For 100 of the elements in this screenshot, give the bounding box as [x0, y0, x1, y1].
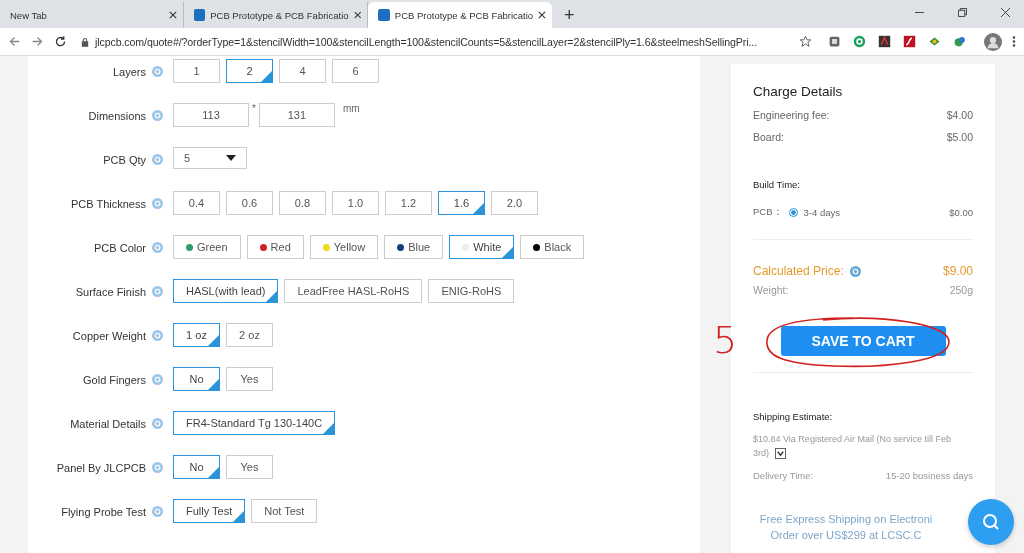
restore-icon[interactable] — [958, 8, 967, 17]
option-button[interactable]: ENIG-RoHS — [428, 279, 515, 303]
pdf-icon[interactable] — [878, 35, 891, 48]
option-button[interactable]: No — [173, 455, 220, 479]
help-icon[interactable] — [152, 66, 163, 77]
section-title: Shipping Estimate: — [753, 411, 834, 422]
price-label: Calculated Price: — [753, 264, 844, 278]
option-button[interactable]: Green — [173, 235, 241, 259]
option-button[interactable]: 0.6 — [226, 191, 273, 215]
option-button[interactable]: HASL(with lead) — [173, 279, 279, 303]
help-icon[interactable] — [152, 462, 163, 473]
option-button[interactable]: 0.4 — [173, 191, 220, 215]
option-button[interactable]: Black — [520, 235, 585, 259]
lock-icon — [81, 36, 89, 47]
delivery-value: 15-20 business days — [885, 470, 973, 481]
help-icon[interactable] — [152, 198, 163, 209]
extension-icon[interactable] — [828, 35, 841, 48]
option-button[interactable]: 1.6 — [438, 191, 485, 215]
option-button[interactable]: 1.0 — [332, 191, 379, 215]
help-icon[interactable] — [152, 506, 163, 517]
option-button[interactable]: No — [173, 367, 220, 391]
field-label: PCB Qty — [102, 153, 146, 168]
field-label: Material Details — [69, 417, 146, 432]
field-label: Layers — [111, 65, 146, 80]
help-icon[interactable] — [849, 265, 861, 277]
option-button[interactable]: 6 — [332, 59, 379, 83]
delivery-label: Delivery Time: — [753, 470, 814, 481]
width-field[interactable]: 113 — [173, 103, 249, 127]
option-button[interactable]: Blue — [384, 235, 444, 259]
star-icon[interactable] — [799, 35, 812, 48]
length-field[interactable]: 131 — [258, 103, 335, 127]
help-icon[interactable] — [152, 110, 163, 121]
field-label: PCB Color — [93, 241, 146, 256]
build-label: PCB： — [753, 206, 783, 219]
option-label: 3-4 days — [803, 207, 840, 218]
field-label: Copper Weight — [71, 329, 146, 344]
option-button[interactable]: Not Test — [251, 499, 318, 523]
weight-label: Weight: — [753, 284, 789, 296]
fee-value: $4.00 — [946, 109, 973, 121]
quantity-dropdown[interactable]: 5 — [173, 147, 247, 169]
field-label: Flying Probe Test — [60, 505, 146, 520]
fee-label: Engineering fee: — [753, 109, 830, 121]
reload-icon[interactable] — [54, 35, 67, 48]
option-button[interactable]: 2 oz — [226, 323, 273, 347]
help-icon[interactable] — [152, 242, 163, 253]
search-icon[interactable] — [981, 512, 1001, 532]
menu-icon[interactable] — [1012, 35, 1016, 48]
extension-icon[interactable] — [953, 35, 966, 48]
help-icon[interactable] — [152, 154, 163, 165]
avatar-icon[interactable] — [984, 32, 1002, 51]
weight-value: 250g — [949, 284, 973, 296]
times-sign: * — [252, 103, 256, 114]
close-icon[interactable] — [169, 11, 177, 19]
shipping-text: $10.84 Via Registered Air Mail (No service till Feb — [753, 433, 952, 446]
new-tab-button[interactable]: + — [560, 5, 579, 26]
option-button[interactable]: Yes — [226, 455, 273, 479]
extension-icon[interactable] — [853, 35, 866, 48]
annotation-number: 5 — [713, 318, 738, 362]
help-icon[interactable] — [152, 286, 163, 297]
help-icon[interactable] — [152, 330, 163, 341]
fee-label: Board: — [753, 131, 784, 143]
option-button[interactable]: LeadFree HASL-RoHS — [284, 279, 423, 303]
help-icon[interactable] — [152, 374, 163, 385]
card-title: Charge Details — [753, 84, 844, 99]
option-button[interactable]: 4 — [279, 59, 326, 83]
option-button[interactable]: 2.0 — [491, 191, 538, 215]
option-button[interactable]: White — [449, 235, 515, 259]
option-button[interactable]: 0.8 — [279, 191, 326, 215]
radio-button[interactable] — [788, 208, 798, 217]
shipping-text: 3rd) — [753, 447, 769, 460]
dropdown-icon[interactable] — [775, 447, 786, 459]
option-button[interactable]: 2 — [226, 59, 273, 83]
build-price: $0.00 — [949, 207, 973, 218]
flash-icon[interactable] — [903, 35, 916, 48]
back-icon[interactable] — [8, 35, 21, 48]
close-icon[interactable] — [538, 11, 546, 19]
field-label: PCB Thickness — [70, 197, 146, 212]
option-button[interactable]: Red — [246, 235, 304, 259]
browser-tab[interactable]: PCB Prototype & PCB Fabricatio — [368, 2, 552, 28]
option-button[interactable]: 1 oz — [173, 323, 220, 347]
caret-icon[interactable] — [226, 155, 236, 161]
option-button[interactable]: FR4-Standard Tg 130-140C — [173, 411, 336, 435]
section-title: Build Time: — [753, 179, 801, 190]
forward-icon[interactable] — [31, 35, 44, 48]
option-button[interactable]: 1 — [173, 59, 220, 83]
field-label: Panel By JLCPCB — [55, 461, 146, 476]
help-icon[interactable] — [152, 418, 163, 429]
extension-icon[interactable] — [928, 35, 941, 48]
price-value: $9.00 — [942, 264, 973, 278]
close-icon[interactable] — [353, 11, 361, 19]
fee-value: $5.00 — [946, 131, 973, 143]
option-button[interactable]: Yes — [226, 367, 273, 391]
close-icon[interactable] — [1001, 8, 1010, 17]
field-label: Gold Fingers — [82, 373, 146, 388]
option-button[interactable]: 1.2 — [385, 191, 432, 215]
search-button[interactable] — [968, 499, 1014, 545]
field-label: Surface Finish — [74, 285, 146, 300]
field-label: Dimensions — [87, 109, 146, 124]
option-button[interactable]: Fully Test — [173, 499, 246, 523]
option-button[interactable]: Yellow — [309, 235, 379, 259]
